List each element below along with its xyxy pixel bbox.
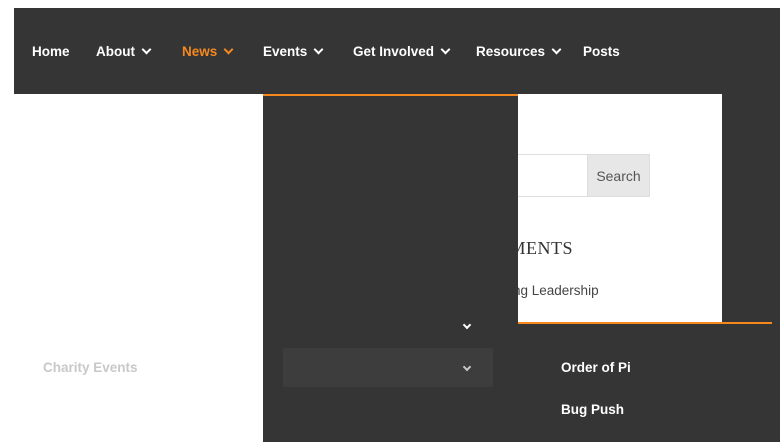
- main-navbar: Home About News Events Get Involved Reso…: [14, 8, 722, 94]
- nav-item-label: About: [96, 43, 135, 59]
- nav-item-label: Get Involved: [353, 43, 435, 59]
- dropdown-item-label: Charity Events: [43, 360, 138, 375]
- search-button[interactable]: Search: [587, 154, 650, 197]
- charity-events-submenu: [518, 322, 772, 442]
- nav-item-label: Resources: [476, 43, 546, 59]
- chevron-down-icon: [440, 44, 451, 54]
- chevron-down-icon: [313, 44, 324, 54]
- dropdown-item-label-line2: Excursion: [43, 271, 109, 286]
- chevron-down-icon: [223, 44, 234, 54]
- chevron-down-icon: [141, 44, 152, 54]
- dropdown-item-engineering-evening-excursion[interactable]: Engineering Evening Excursion: [43, 243, 177, 291]
- dropdown-item-label-line2: Meeting: [43, 156, 95, 171]
- nav-item-about[interactable]: About: [96, 8, 152, 94]
- nav-item-label: News: [182, 43, 218, 59]
- nav-item-news[interactable]: News: [182, 8, 234, 94]
- dropdown-item-label-line1: Semesterly General: [43, 132, 170, 147]
- nav-item-events[interactable]: Events: [263, 8, 324, 94]
- nav-item-posts[interactable]: Posts: [583, 8, 620, 94]
- submenu-item-bug-push[interactable]: Bug Push: [561, 398, 624, 422]
- nav-item-label: Home: [32, 43, 70, 59]
- dropdown-item-hover-highlight: [283, 348, 493, 387]
- nav-item-home[interactable]: Home: [32, 8, 70, 94]
- dropdown-item-charity-events[interactable]: Charity Events: [43, 356, 138, 380]
- dropdown-item-label: Competitions: [43, 318, 130, 333]
- news-dropdown-menu: [263, 94, 518, 442]
- dropdown-item-competitions[interactable]: Competitions: [43, 314, 129, 338]
- chevron-down-icon: [551, 44, 562, 54]
- dropdown-item-iron-ring[interactable]: Iron Ring: [43, 398, 102, 422]
- submenu-item-order-of-pi[interactable]: Order of Pi: [561, 356, 631, 380]
- nav-item-label: Events: [263, 43, 308, 59]
- dropdown-item-label-line1: Engineering Evening: [43, 247, 178, 262]
- dropdown-item-semesterly-general-meeting[interactable]: Semesterly General Meeting: [43, 128, 169, 176]
- nav-item-label: Posts: [583, 43, 620, 59]
- dropdown-item-formal-night[interactable]: Formal Night: [43, 199, 126, 223]
- dropdown-item-label: Formal Night: [43, 203, 127, 218]
- nav-item-get-involved[interactable]: Get Involved: [353, 8, 451, 94]
- dropdown-item-label: Iron Ring: [43, 402, 103, 417]
- nav-item-resources[interactable]: Resources: [476, 8, 562, 94]
